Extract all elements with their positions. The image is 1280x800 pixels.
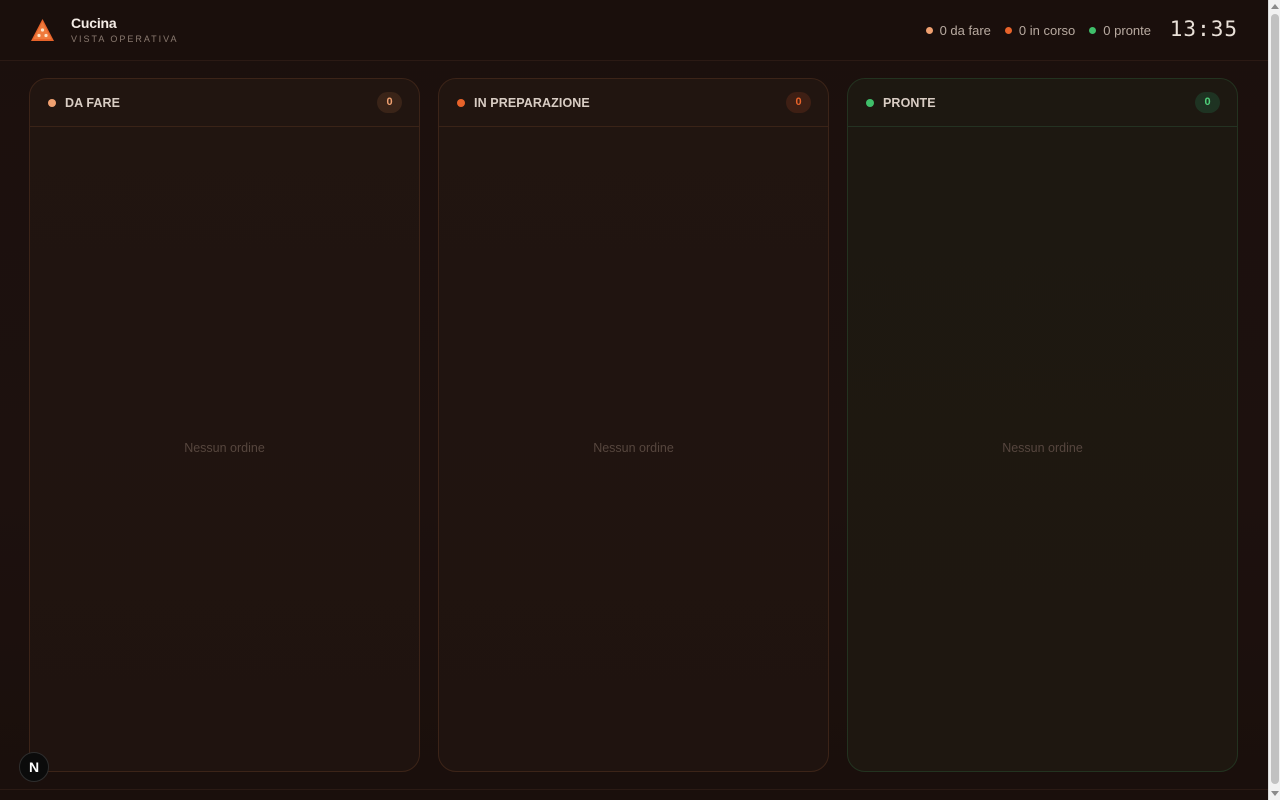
pizza-slice-icon [31, 19, 54, 41]
count-badge: 0 [377, 92, 402, 113]
column-in-preparazione: IN PREPARAZIONE 0 Nessun ordine [438, 78, 829, 772]
stat-da-fare: 0 da fare [925, 23, 991, 38]
stat-label: 0 da fare [939, 23, 991, 38]
column-title: PRONTE [883, 96, 936, 110]
status-dot-icon [48, 99, 56, 107]
status-dot-icon [457, 99, 465, 107]
column-title: DA FARE [65, 96, 121, 110]
empty-state: Nessun ordine [593, 441, 674, 455]
count-badge: 0 [1195, 92, 1220, 113]
column-header: IN PREPARAZIONE 0 [439, 79, 828, 127]
stat-pronte: 0 pronte [1089, 23, 1151, 38]
kitchen-app: Cucina VISTA OPERATIVA 0 da fare 0 in co… [0, 0, 1268, 800]
column-header: DA FARE 0 [30, 79, 419, 127]
status-dot-icon [866, 99, 874, 107]
app-subtitle: VISTA OPERATIVA [71, 34, 179, 44]
column-title: IN PREPARAZIONE [474, 96, 590, 110]
column-header: PRONTE 0 [848, 79, 1237, 127]
status-dot-icon [1004, 27, 1012, 34]
status-dot-icon [925, 27, 933, 34]
stat-label: 0 pronte [1103, 23, 1151, 38]
column-pronte: PRONTE 0 Nessun ordine [847, 78, 1238, 772]
scroll-down-icon[interactable] [1271, 791, 1279, 796]
app-title: Cucina [71, 15, 117, 31]
scroll-thumb[interactable] [1271, 14, 1279, 784]
divider [0, 789, 1268, 790]
count-badge: 0 [786, 92, 811, 113]
empty-state: Nessun ordine [1002, 441, 1083, 455]
status-dot-icon [1089, 27, 1097, 34]
stat-in-corso: 0 in corso [1004, 23, 1076, 38]
header: Cucina VISTA OPERATIVA 0 da fare 0 in co… [0, 0, 1268, 61]
stat-label: 0 in corso [1018, 23, 1076, 38]
brand-text: Cucina VISTA OPERATIVA [71, 15, 179, 44]
scroll-up-icon[interactable] [1271, 4, 1279, 9]
scrollbar[interactable] [1268, 0, 1280, 800]
clock: 13:35 [1169, 17, 1238, 41]
dev-tools-button[interactable]: N [19, 752, 49, 782]
order-stats: 0 da fare 0 in corso 0 pronte [925, 23, 1151, 38]
column-da-fare: DA FARE 0 Nessun ordine [29, 78, 420, 772]
empty-state: Nessun ordine [184, 441, 265, 455]
